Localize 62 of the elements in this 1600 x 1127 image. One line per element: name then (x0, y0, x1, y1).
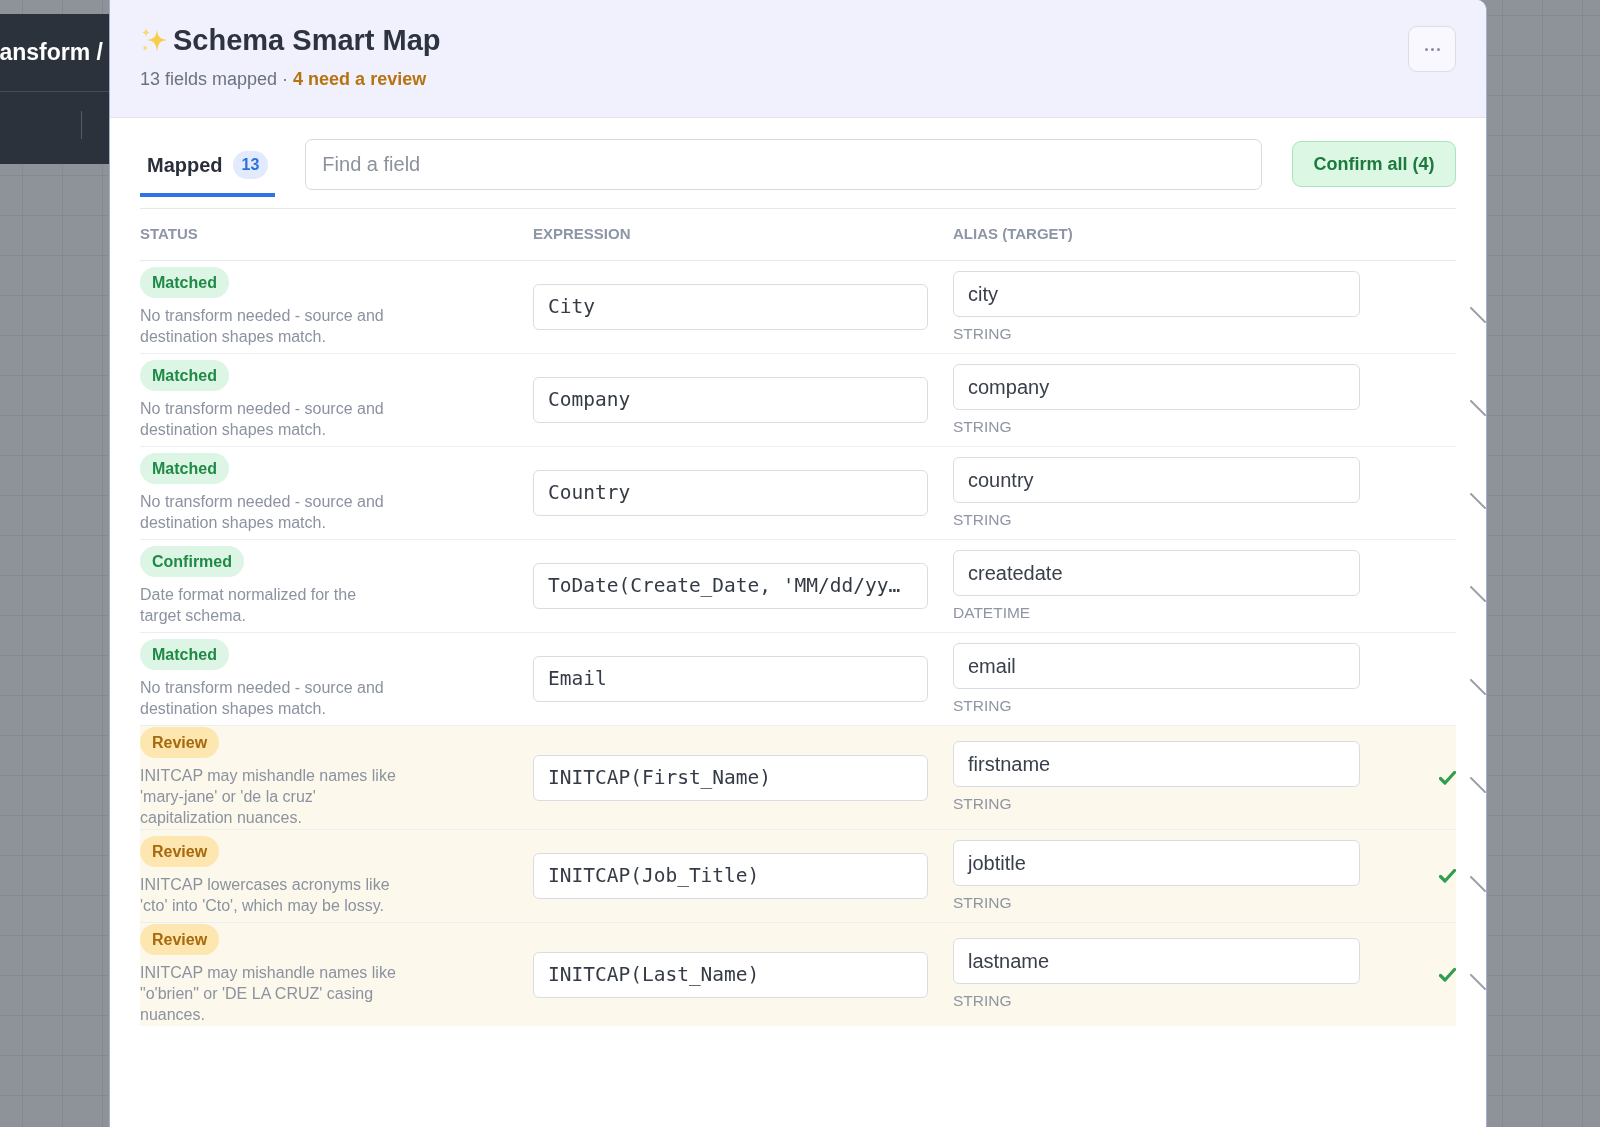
status-badge: Review (140, 727, 220, 758)
column-header: STATUS (140, 224, 198, 245)
expression-field[interactable]: INITCAP(First_Name) (533, 754, 928, 801)
check-icon[interactable] (1439, 869, 1456, 883)
check-icon[interactable] (1439, 967, 1456, 982)
type-label: STRING (953, 794, 1012, 814)
tab[interactable]: Mapped 13 (140, 139, 276, 197)
status-note: INITCAP may mishandle names like "o'brien" or 'DE LA CRUZ' casing nuances. (140, 963, 397, 1025)
status-note: Date format normalized for the target schema. (140, 585, 358, 626)
diagonal-line-icon (1470, 306, 1486, 323)
alias-field[interactable]: createdate (953, 549, 1360, 596)
expression-field[interactable]: INITCAP(Job_Title) (533, 853, 928, 899)
alias-field[interactable]: lastname (953, 938, 1360, 984)
diagonal-line-icon (1470, 678, 1486, 695)
type-label: STRING (953, 991, 1012, 1011)
status-badge: Review (140, 924, 220, 955)
expression-field[interactable]: Country (533, 470, 928, 516)
diagonal-line-icon (1470, 973, 1486, 990)
status-badge: Matched (140, 267, 229, 298)
status-badge: Matched (140, 453, 229, 484)
type-label: DATETIME (953, 602, 1031, 623)
expression-field[interactable]: Company (533, 377, 928, 423)
dialog-title: Schema Smart Map (173, 23, 441, 58)
diagonal-line-icon (1470, 777, 1486, 793)
diagonal-line-icon (1470, 875, 1486, 892)
type-label: STRING (953, 892, 1012, 913)
status-badge: Matched (140, 639, 229, 670)
breadcrumb-text: ansform / (0, 38, 103, 68)
status-badge: Confirmed (140, 546, 244, 577)
confirm-all-button[interactable]: Confirm all (4) (1292, 141, 1456, 187)
type-label: STRING (953, 416, 1012, 437)
alias-field[interactable]: country (953, 456, 1360, 503)
alias-field[interactable]: city (953, 270, 1360, 317)
expression-field[interactable]: INITCAP(Last_Name) (533, 951, 928, 998)
count-badge: 13 (232, 151, 269, 179)
expression-field[interactable]: ToDate(Create_Date, 'MM/dd/yy… (533, 563, 928, 609)
status-note: No transform needed - source and destination shapes match. (140, 678, 385, 719)
status-note: INITCAP lowercases acronyms like 'cto' into 'Cto', which may be lossy. (140, 875, 391, 916)
column-header: ALIAS (TARGET) (953, 224, 1073, 245)
check-icon[interactable] (1439, 770, 1456, 785)
search-field[interactable]: Find a field (305, 139, 1262, 190)
status-note: No transform needed - source and destination shapes match. (140, 492, 385, 533)
type-label: STRING (953, 323, 1012, 344)
type-label: STRING (953, 695, 1012, 716)
summary-text: 13 fields mapped · 4 need a review (140, 68, 428, 91)
status-note: INITCAP may mishandle names like 'mary-jane' or 'de la cruz' capitalization nuances. (140, 766, 397, 828)
status-badge: Matched (140, 360, 229, 391)
type-label: STRING (953, 509, 1012, 530)
status-note: No transform needed - source and destination shapes match. (140, 399, 385, 440)
column-header: EXPRESSION (533, 224, 631, 245)
expression-field[interactable]: Email (533, 656, 928, 702)
diagonal-line-icon (1470, 492, 1486, 509)
diagonal-line-icon (1470, 585, 1486, 602)
alias-field[interactable]: firstname (953, 741, 1360, 787)
diagonal-line-icon (1470, 399, 1486, 416)
status-note: No transform needed - source and destination shapes match. (140, 306, 385, 347)
more-icon (1424, 47, 1440, 51)
expression-field[interactable]: City (533, 284, 928, 330)
alias-field[interactable]: jobtitle (953, 839, 1360, 886)
status-badge: Review (140, 836, 220, 867)
alias-field[interactable]: company (953, 363, 1360, 410)
alias-field[interactable]: email (953, 642, 1360, 689)
